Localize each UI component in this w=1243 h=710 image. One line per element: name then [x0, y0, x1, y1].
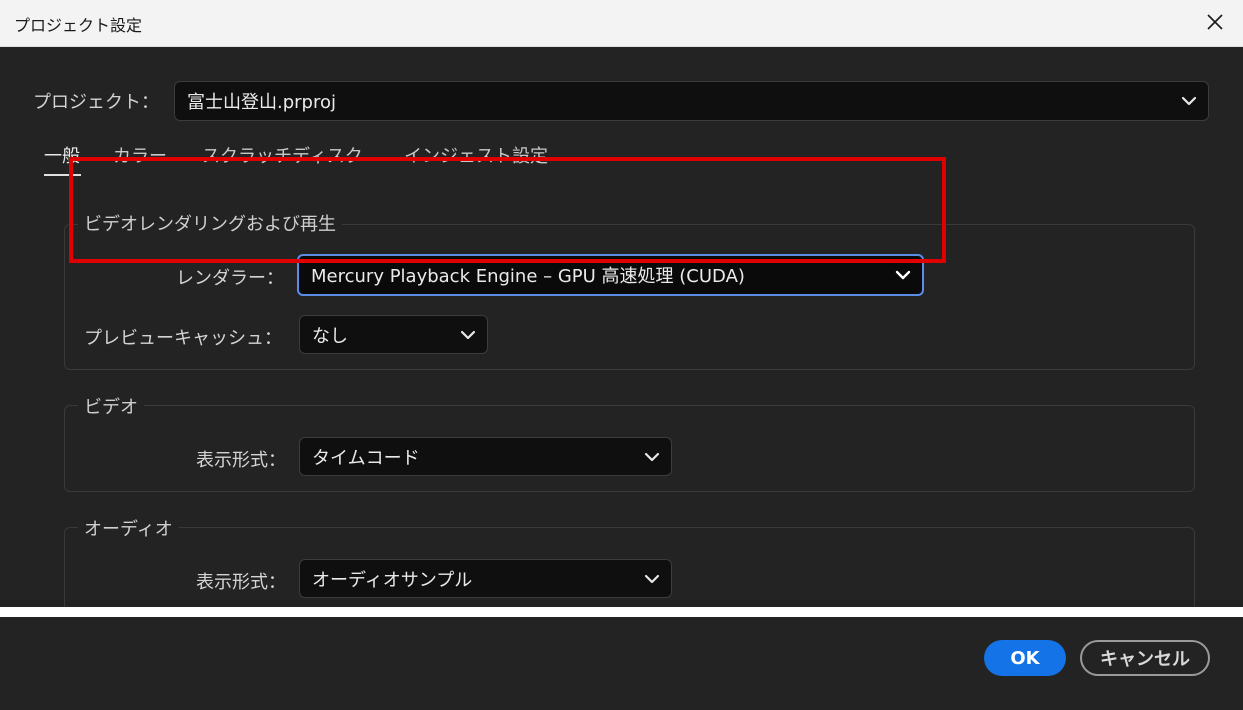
preview-cache-value: なし: [312, 325, 348, 347]
video-title: ビデオ: [78, 393, 144, 419]
project-select[interactable]: 富士山登山.prproj: [174, 81, 1209, 121]
video-display-format-value: タイムコード: [312, 447, 420, 469]
close-button[interactable]: [1201, 8, 1229, 36]
tab-scratch-disks[interactable]: スクラッチディスク: [202, 142, 363, 168]
tab-color[interactable]: カラー: [113, 142, 167, 168]
audio-display-format-value: オーディオサンプル: [312, 569, 473, 591]
renderer-select[interactable]: Mercury Playback Engine – GPU 高速処理 (CUDA…: [297, 254, 924, 296]
title-bar: プロジェクト設定: [0, 0, 1243, 47]
project-label: プロジェクト：: [33, 92, 159, 113]
audio-display-format-label: 表示形式：: [196, 572, 286, 593]
tab-ingest-settings[interactable]: インジェスト設定: [404, 142, 548, 168]
video-display-format-label: 表示形式：: [196, 450, 286, 471]
window-title: プロジェクト設定: [14, 16, 143, 35]
ok-button[interactable]: OK: [984, 640, 1066, 676]
active-tab-indicator: [44, 174, 81, 176]
dialog-footer: OK キャンセル: [0, 617, 1243, 710]
renderer-value: Mercury Playback Engine – GPU 高速処理 (CUDA…: [311, 266, 745, 287]
preview-cache-label: プレビューキャッシュ：: [84, 328, 282, 349]
preview-cache-select[interactable]: なし: [299, 315, 488, 354]
chevron-down-icon: [644, 452, 660, 461]
cancel-button[interactable]: キャンセル: [1080, 640, 1210, 676]
video-display-format-select[interactable]: タイムコード: [299, 437, 672, 476]
chevron-down-icon: [895, 270, 911, 280]
chevron-down-icon: [1181, 96, 1197, 106]
close-icon: [1207, 14, 1223, 30]
audio-title: オーディオ: [78, 515, 179, 541]
video-rendering-title: ビデオレンダリングおよび再生: [78, 210, 342, 236]
crop-separator: [0, 607, 1243, 617]
renderer-label: レンダラー：: [176, 268, 284, 289]
dialog-body: プロジェクト： 富士山登山.prproj 一般 カラー スクラッチディスク イン…: [0, 47, 1243, 627]
tab-general[interactable]: 一般: [44, 142, 80, 168]
project-value: 富士山登山.prproj: [187, 92, 336, 113]
chevron-down-icon: [644, 574, 660, 583]
chevron-down-icon: [460, 330, 476, 339]
audio-display-format-select[interactable]: オーディオサンプル: [299, 559, 672, 598]
